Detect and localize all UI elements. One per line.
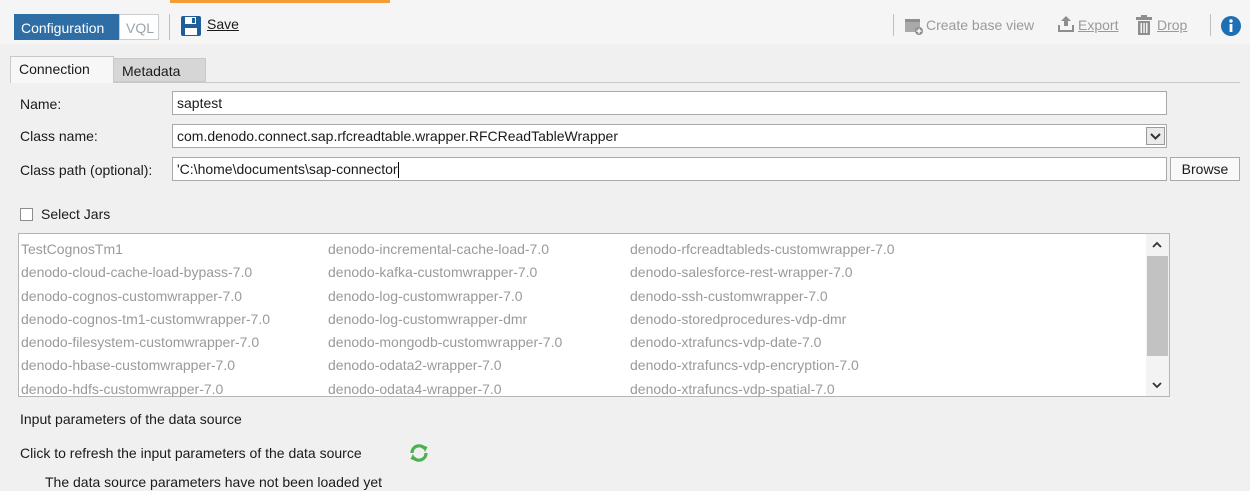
save-button[interactable]: Save — [207, 16, 239, 32]
select-jars-label: Select Jars — [41, 206, 111, 222]
tab-connection[interactable]: Connection — [10, 56, 114, 83]
drop-button[interactable]: Drop — [1157, 17, 1187, 33]
jar-item[interactable]: denodo-storedprocedures-vdp-dmr — [630, 308, 895, 331]
jar-item[interactable]: denodo-hbase-customwrapper-7.0 — [21, 354, 270, 377]
jar-item[interactable]: denodo-ssh-customwrapper-7.0 — [630, 285, 895, 308]
jar-item[interactable]: denodo-xtrafuncs-vdp-spatial-7.0 — [630, 378, 895, 401]
jar-item[interactable]: denodo-salesforce-rest-wrapper-7.0 — [630, 261, 895, 284]
save-icon[interactable] — [180, 15, 202, 40]
export-button[interactable]: Export — [1078, 17, 1118, 33]
jar-item[interactable]: denodo-filesystem-customwrapper-7.0 — [21, 331, 270, 354]
browse-button[interactable]: Browse — [1170, 157, 1240, 181]
configuration-toggle[interactable]: Configuration — [14, 14, 119, 40]
jar-item[interactable]: denodo-xtrafuncs-vdp-encryption-7.0 — [630, 354, 895, 377]
export-icon — [1056, 14, 1076, 37]
class-path-label: Class path (optional): — [20, 162, 153, 178]
jar-column: denodo-rfcreadtableds-customwrapper-7.0 d… — [630, 238, 895, 401]
jar-item[interactable]: denodo-cognos-customwrapper-7.0 — [21, 285, 270, 308]
jar-item[interactable]: denodo-log-customwrapper-dmr — [328, 308, 562, 331]
name-input[interactable]: saptest — [172, 91, 1167, 115]
vql-toggle[interactable]: VQL — [119, 14, 159, 40]
tab-metadata[interactable]: Metadata — [114, 58, 206, 82]
drop-icon — [1134, 14, 1154, 39]
jar-item[interactable]: TestCognosTm1 — [21, 238, 270, 261]
scrollbar-thumb[interactable] — [1147, 256, 1168, 356]
accent-line — [170, 0, 390, 3]
jar-item[interactable]: denodo-mongodb-customwrapper-7.0 — [328, 331, 562, 354]
jar-item[interactable]: denodo-xtrafuncs-vdp-date-7.0 — [630, 331, 895, 354]
create-base-view-button[interactable]: Create base view — [926, 17, 1034, 33]
jar-item[interactable]: denodo-log-customwrapper-7.0 — [328, 285, 562, 308]
jar-item[interactable]: denodo-hdfs-customwrapper-7.0 — [21, 378, 270, 401]
class-name-select[interactable]: com.denodo.connect.sap.rfcreadtable.wrap… — [172, 124, 1167, 148]
jar-item[interactable]: denodo-odata2-wrapper-7.0 — [328, 354, 562, 377]
parameters-status: The data source parameters have not been… — [45, 474, 382, 490]
tab-divider — [10, 82, 1240, 83]
chevron-up-icon[interactable] — [1150, 238, 1164, 254]
jar-item[interactable]: denodo-rfcreadtableds-customwrapper-7.0 — [630, 238, 895, 261]
jar-item[interactable]: denodo-odata4-wrapper-7.0 — [328, 378, 562, 401]
refresh-parameters-label: Click to refresh the input parameters of… — [20, 445, 362, 461]
select-jars-checkbox[interactable] — [20, 208, 33, 221]
info-icon[interactable] — [1220, 15, 1242, 40]
jar-column: denodo-incremental-cache-load-7.0 denodo-… — [328, 238, 562, 401]
jar-item[interactable]: denodo-kafka-customwrapper-7.0 — [328, 261, 562, 284]
name-label: Name: — [20, 96, 62, 112]
toolbar-separator — [893, 14, 894, 36]
refresh-icon[interactable] — [408, 442, 430, 467]
text-caret — [397, 162, 399, 179]
input-parameters-heading: Input parameters of the data source — [20, 411, 242, 427]
class-name-label: Class name: — [20, 128, 98, 144]
create-base-view-icon — [904, 16, 924, 39]
toolbar-separator — [1210, 14, 1211, 36]
chevron-down-icon[interactable] — [1146, 127, 1165, 145]
chevron-down-icon[interactable] — [1150, 378, 1164, 394]
jar-item[interactable]: denodo-cloud-cache-load-bypass-7.0 — [21, 261, 270, 284]
jar-column: TestCognosTm1 denodo-cloud-cache-load-byp… — [21, 238, 270, 401]
jar-item[interactable]: denodo-cognos-tm1-customwrapper-7.0 — [21, 308, 270, 331]
toolbar-separator — [169, 14, 170, 40]
class-path-value: 'C:\home\documents\sap-connector — [177, 161, 398, 177]
jar-item[interactable]: denodo-incremental-cache-load-7.0 — [328, 238, 562, 261]
class-path-input[interactable]: 'C:\home\documents\sap-connector — [172, 157, 1167, 181]
